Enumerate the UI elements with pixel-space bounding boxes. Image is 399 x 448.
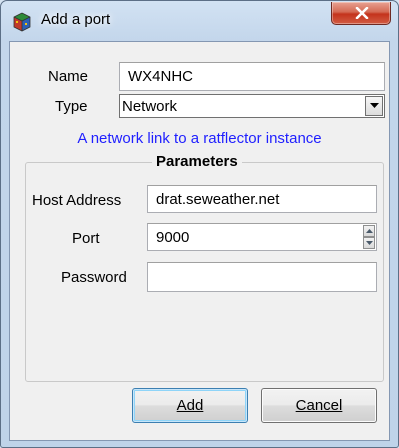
close-button[interactable]	[331, 2, 391, 25]
host-address-field[interactable]: drat.seweather.net	[147, 185, 377, 213]
port-value: 9000	[156, 229, 190, 246]
type-dropdown-button[interactable]	[365, 96, 383, 116]
port-increment-button[interactable]	[363, 225, 375, 237]
ratflector-app-icon	[12, 12, 32, 32]
password-label: Password	[61, 269, 127, 286]
name-field[interactable]: WX4NHC	[119, 62, 385, 91]
type-description: A network link to a ratflector instance	[77, 130, 322, 147]
password-field[interactable]	[147, 262, 377, 292]
title-bar[interactable]: Add a port	[1, 1, 398, 41]
type-select-value: Network	[122, 98, 178, 115]
dialog-body: Name WX4NHC Type Network A network link …	[9, 41, 390, 441]
add-port-dialog: Add a port Name WX4NHC Type Network A ne…	[0, 0, 399, 448]
window-title: Add a port	[41, 11, 111, 28]
name-label: Name	[48, 68, 89, 85]
cancel-button[interactable]: Cancel	[261, 388, 377, 423]
port-label: Port	[72, 230, 100, 247]
parameters-title: Parameters	[152, 153, 242, 170]
port-spinbox[interactable]: 9000	[147, 223, 377, 251]
add-button[interactable]: Add	[132, 388, 248, 423]
type-label: Type	[55, 98, 88, 115]
port-decrement-button[interactable]	[363, 237, 375, 249]
host-address-label: Host Address	[32, 192, 122, 209]
type-select[interactable]: Network	[119, 94, 385, 118]
parameters-group: Parameters Host Address drat.seweather.n…	[25, 153, 384, 382]
